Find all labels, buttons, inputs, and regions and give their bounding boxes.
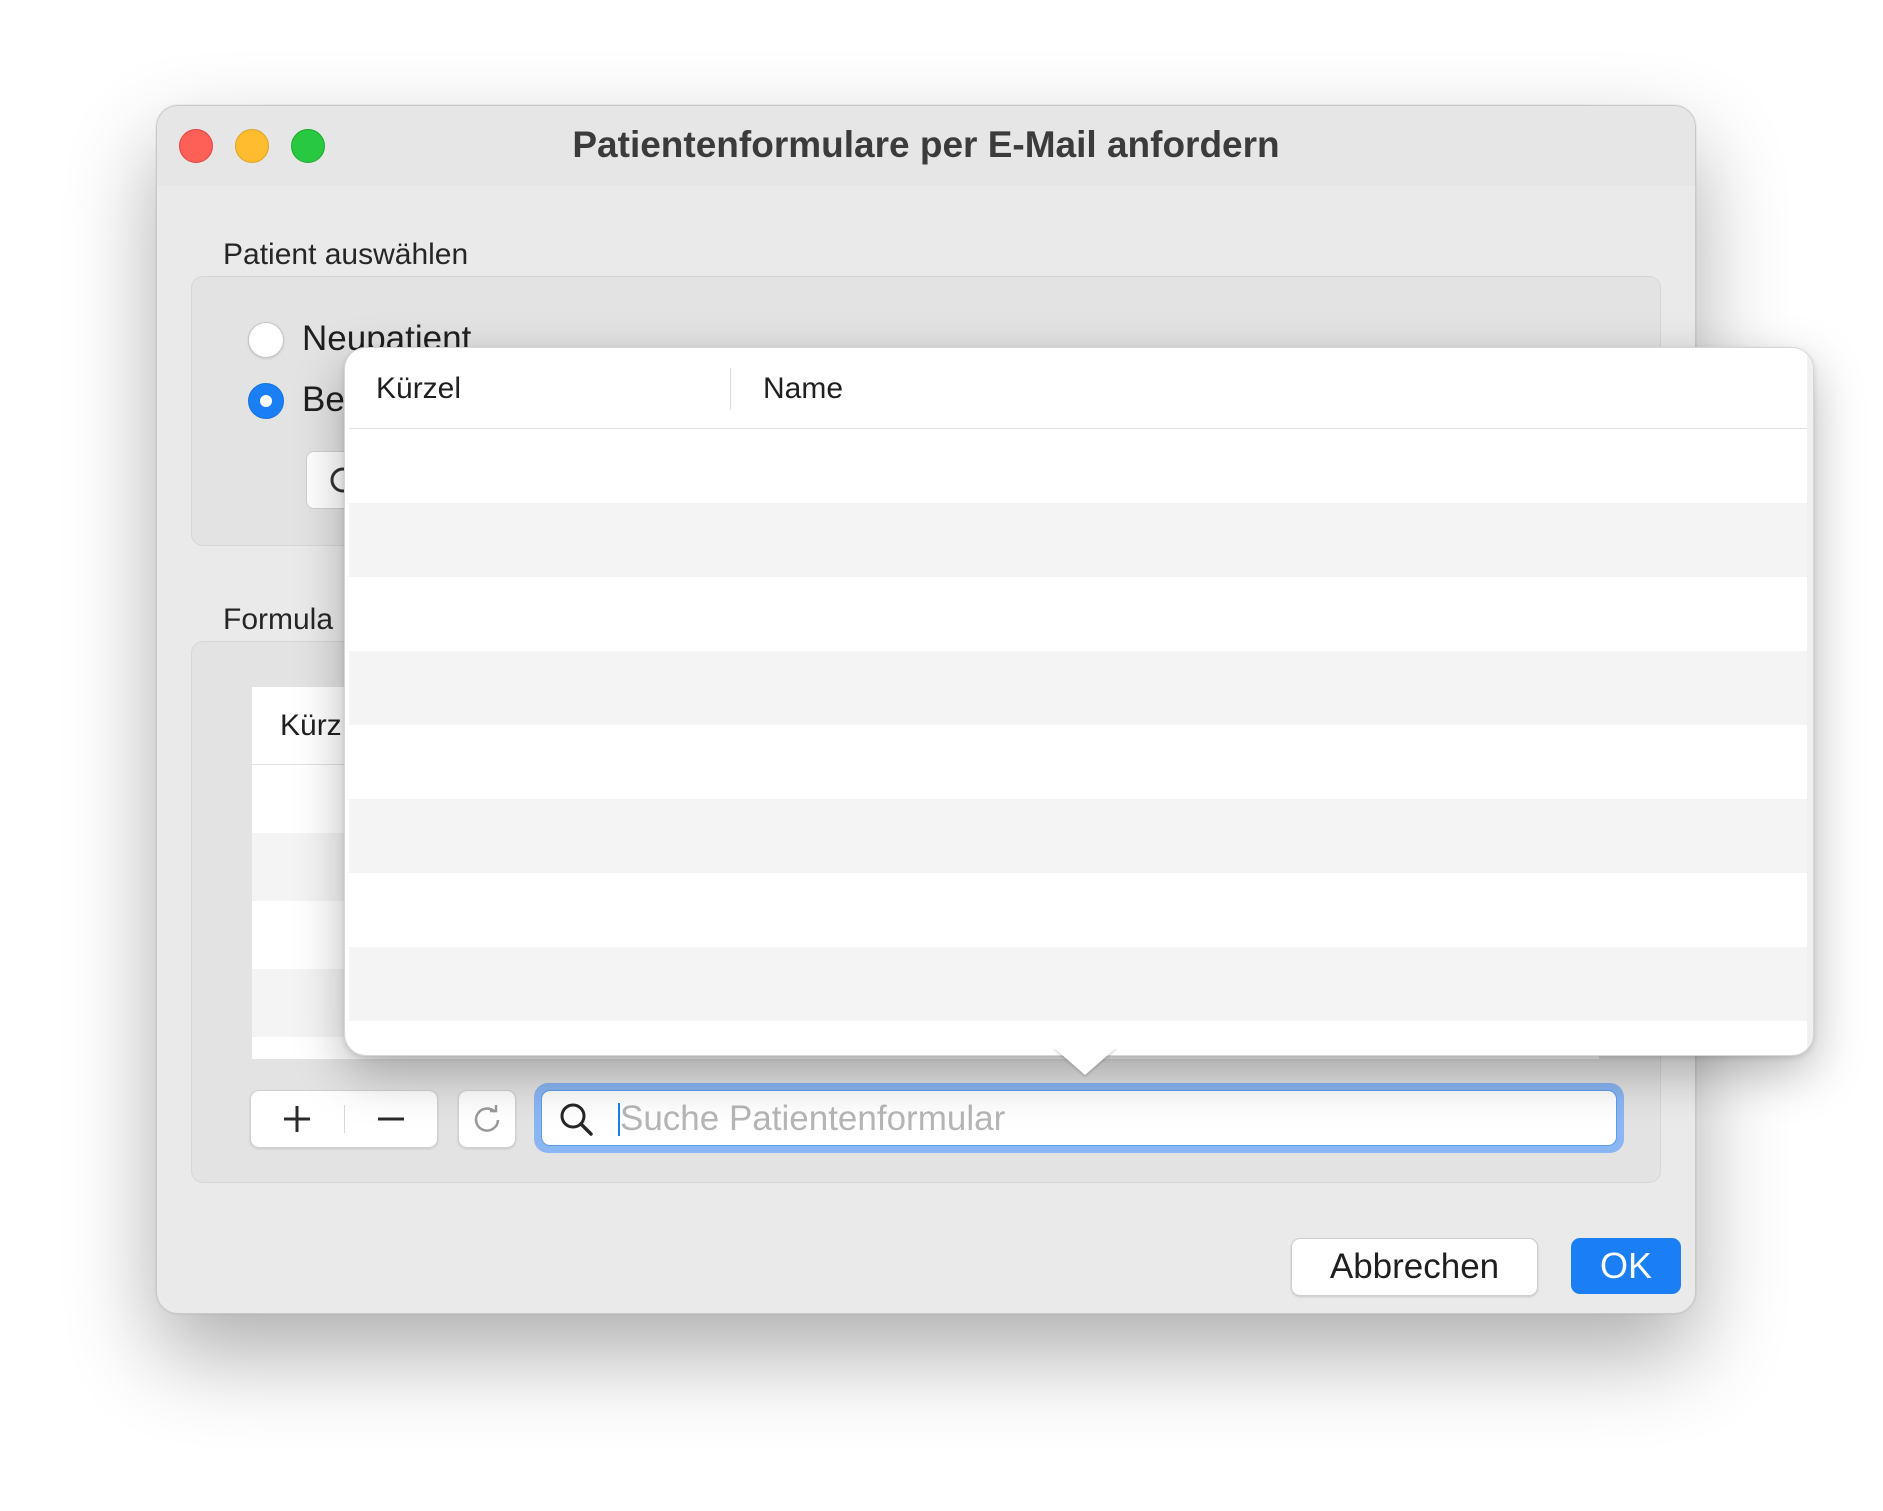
form-search-field[interactable]: [541, 1090, 1617, 1146]
column-header-kuerzel[interactable]: Kürzel: [376, 372, 461, 406]
list-row: [349, 799, 1807, 873]
form-search-input[interactable]: [620, 1097, 1580, 1141]
cancel-button[interactable]: Abbrechen: [1291, 1238, 1538, 1296]
search-icon: [558, 1101, 594, 1137]
popover-scrollbar[interactable]: [1807, 348, 1813, 1055]
list-row: [349, 503, 1807, 577]
search-results-popover: Kürzel Name: [344, 347, 1814, 1056]
minus-icon: [378, 1117, 404, 1121]
radio-existing-patient[interactable]: [248, 383, 284, 419]
screen: Patientenformulare per E-Mail anfordern …: [0, 0, 1883, 1511]
refresh-button[interactable]: [458, 1090, 516, 1148]
forms-section-label: Formula: [223, 603, 334, 636]
column-header-name[interactable]: Name: [763, 372, 843, 406]
list-row: [349, 873, 1807, 947]
remove-form-button[interactable]: [345, 1091, 437, 1147]
window-title: Patientenformulare per E-Mail anfordern: [572, 124, 1280, 165]
radio-new-patient[interactable]: [248, 322, 284, 358]
column-header-kuerzel[interactable]: Kürz: [280, 709, 342, 743]
add-form-button[interactable]: [251, 1091, 343, 1147]
patient-section-label: Patient auswählen: [223, 238, 469, 271]
list-row: [349, 947, 1807, 1021]
refresh-icon: [474, 1105, 500, 1132]
title-bar: Patientenformulare per E-Mail anfordern: [157, 106, 1695, 186]
column-separator: [730, 368, 731, 410]
popover-table-header: Kürzel Name: [349, 348, 1807, 429]
list-row: [349, 577, 1807, 651]
ok-button[interactable]: OK: [1571, 1238, 1681, 1294]
list-row: [349, 651, 1807, 725]
radio-existing-patient-label[interactable]: Be: [302, 380, 345, 420]
plus-icon: [284, 1106, 310, 1132]
popover-arrow: [1053, 1047, 1117, 1075]
popover-results-list: [349, 429, 1807, 1055]
add-remove-segmented-control: [250, 1090, 438, 1148]
list-row: [349, 725, 1807, 799]
list-row: [349, 429, 1807, 503]
